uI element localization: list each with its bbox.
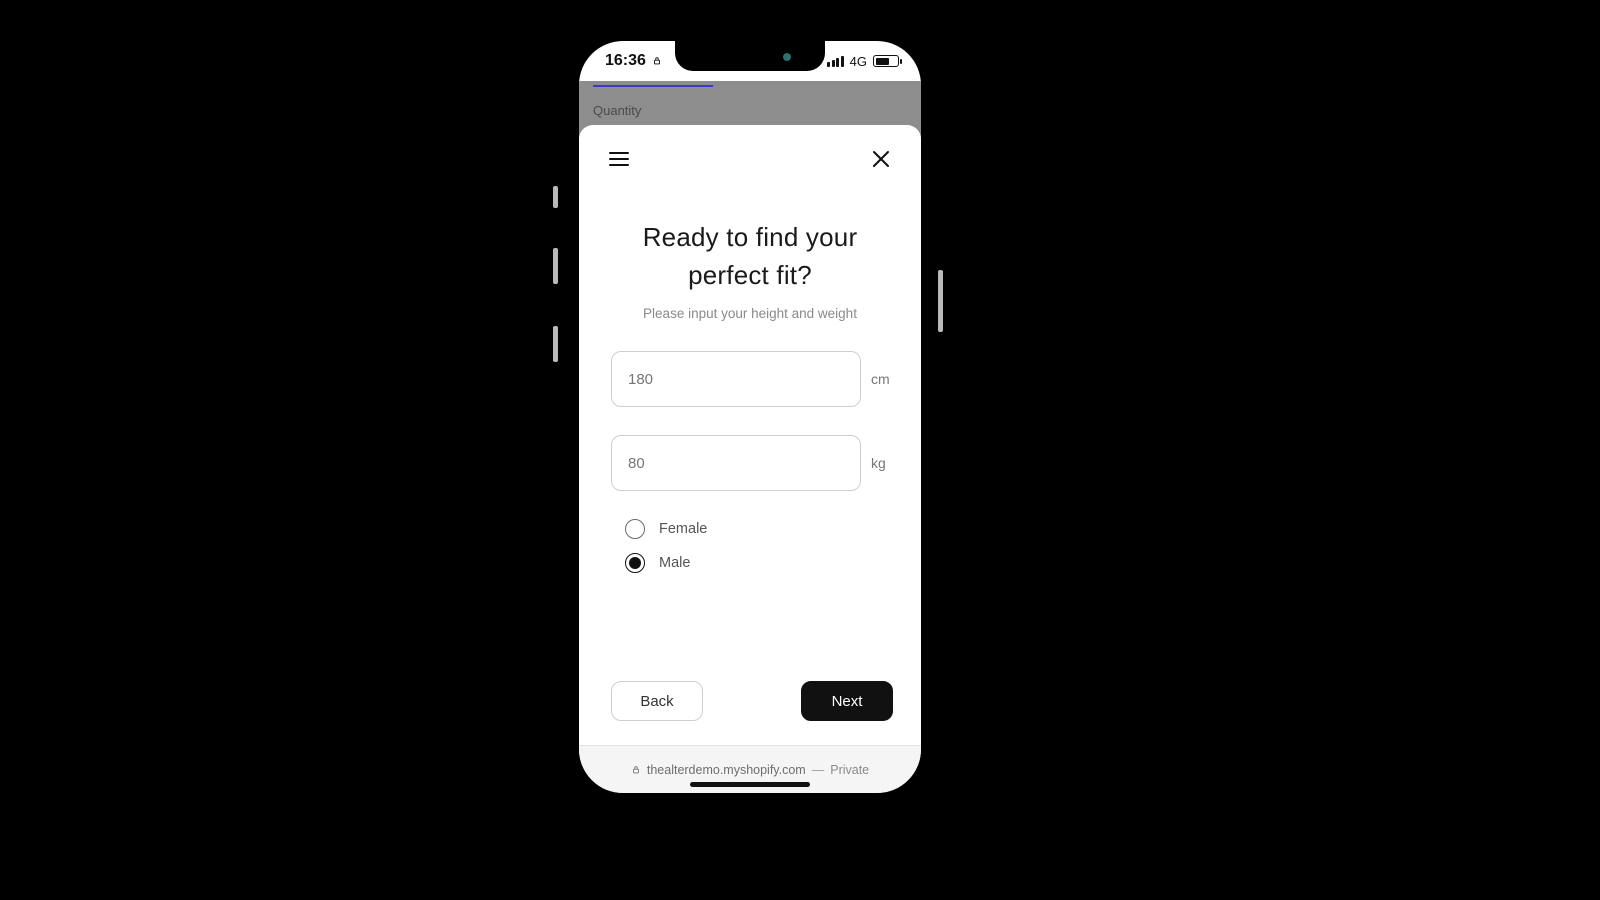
hamburger-icon [607,147,631,176]
browser-domain: thealterdemo.myshopify.com [647,763,806,777]
stage: 16:36 4G Quantity [0,0,1600,900]
battery-icon [873,55,899,67]
weight-row: kg [611,435,893,491]
menu-button[interactable] [605,147,633,175]
network-type: 4G [850,54,867,69]
device-side-button [553,326,558,362]
device-side-button [553,186,558,208]
device-side-button [553,248,558,284]
radio-label: Female [659,521,707,537]
modal-title: Ready to find your perfect fit? [597,219,903,294]
lock-icon [631,764,641,776]
modal-title-line2: perfect fit? [597,257,903,295]
modal-title-line1: Ready to find your [597,219,903,257]
weight-input[interactable] [611,435,861,491]
next-button[interactable]: Next [801,681,893,721]
radio-icon [625,553,645,573]
close-icon [869,147,893,176]
weight-unit: kg [871,455,893,471]
modal-subtitle: Please input your height and weight [597,306,903,321]
browser-mode: Private [830,763,869,777]
close-button[interactable] [867,147,895,175]
phone-frame: 16:36 4G Quantity [575,37,925,797]
quantity-label: Quantity [593,103,641,118]
selected-variant-underline [593,85,713,87]
cellular-signal-icon [827,56,844,67]
back-button[interactable]: Back [611,681,703,721]
radio-label: Male [659,555,690,571]
modal-actions: Back Next [597,681,903,727]
radio-icon [625,519,645,539]
phone-notch [675,41,825,71]
back-button-label: Back [640,693,673,710]
gender-option-male[interactable]: Male [625,553,893,573]
height-row: cm [611,351,893,407]
height-input[interactable] [611,351,861,407]
fit-finder-modal: Ready to find your perfect fit? Please i… [579,125,921,745]
browser-separator: — [812,763,825,777]
next-button-label: Next [832,693,863,710]
orientation-lock-icon [652,55,662,67]
gender-option-female[interactable]: Female [625,519,893,539]
phone-screen: 16:36 4G Quantity [579,41,921,793]
height-unit: cm [871,371,893,387]
fit-form: cm kg Female Male [597,351,903,587]
home-indicator[interactable] [690,782,810,787]
device-side-button [938,270,943,332]
gender-radio-group: Female Male [611,519,893,573]
status-time: 16:36 [605,52,646,70]
